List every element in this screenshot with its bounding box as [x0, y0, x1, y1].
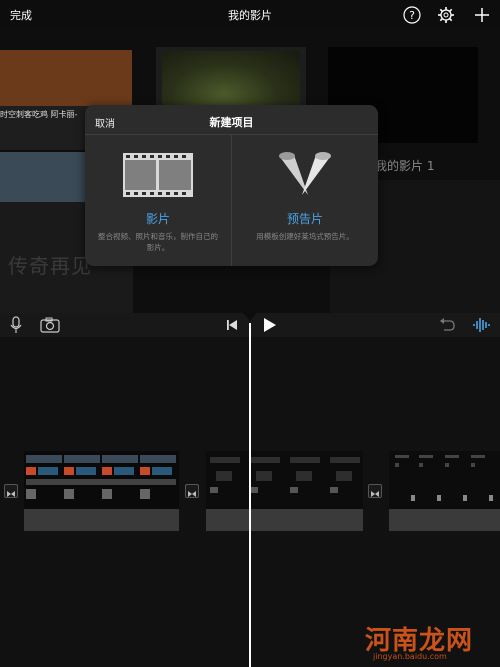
movie-description: 整合视频、照片和音乐，制作自己的影片。 [98, 232, 218, 252]
clip-audio-track [206, 509, 363, 531]
project-title: 传奇再见 [8, 254, 92, 278]
new-project-popover: 取消 新建项目 影片 整合视频、照片和音乐，制作自己的影片。 预告片 用模板创建… [85, 105, 378, 266]
trailer-option[interactable]: 预告片 用模板创建好莱坞式预告片。 [232, 135, 378, 266]
microphone-icon[interactable] [10, 316, 22, 334]
clip-frames [389, 451, 500, 509]
navigation-bar: 完成 我的影片 ? [0, 0, 500, 30]
undo-icon[interactable] [438, 316, 456, 334]
svg-text:?: ? [409, 9, 415, 22]
transition-icon[interactable] [4, 484, 18, 498]
skip-to-start-icon[interactable] [225, 316, 239, 334]
movie-label: 影片 [145, 212, 170, 226]
plus-icon[interactable] [472, 5, 492, 25]
video-clip[interactable] [206, 451, 363, 531]
watermark: 河南龙网 jingyan.baidu.com [365, 620, 495, 662]
transition-icon[interactable] [368, 484, 382, 498]
filmstrip-icon [123, 153, 193, 197]
clip-frames [206, 451, 363, 509]
project-thumbnail[interactable] [0, 50, 132, 106]
play-icon[interactable] [261, 316, 277, 334]
movie-option[interactable]: 影片 整合视频、照片和音乐，制作自己的影片。 [85, 135, 231, 266]
watermark-domain: jingyan.baidu.com [373, 652, 447, 661]
clip-audio-track [389, 509, 500, 531]
gear-icon[interactable] [436, 5, 456, 25]
playhead-marker [243, 313, 257, 321]
transition-icon[interactable] [185, 484, 199, 498]
audio-waveform-icon[interactable] [472, 316, 492, 334]
video-clip[interactable] [389, 451, 500, 531]
trailer-description: 用模板创建好莱坞式预告片。 [256, 232, 354, 241]
clip-audio-track [24, 509, 179, 531]
project-title: 我的影片 1 [375, 159, 435, 173]
camera-icon[interactable] [40, 316, 60, 334]
playhead[interactable] [249, 323, 251, 667]
clip-frames [24, 451, 179, 509]
video-clip[interactable] [24, 451, 179, 531]
trailer-label: 预告片 [286, 212, 323, 226]
project-caption: 时空刺客吃鸡 阿卡丽- [0, 110, 78, 119]
page-title: 我的影片 [228, 9, 272, 22]
spotlights-icon [279, 152, 331, 195]
popover-title: 新建项目 [209, 116, 254, 129]
help-icon[interactable]: ? [402, 5, 422, 25]
